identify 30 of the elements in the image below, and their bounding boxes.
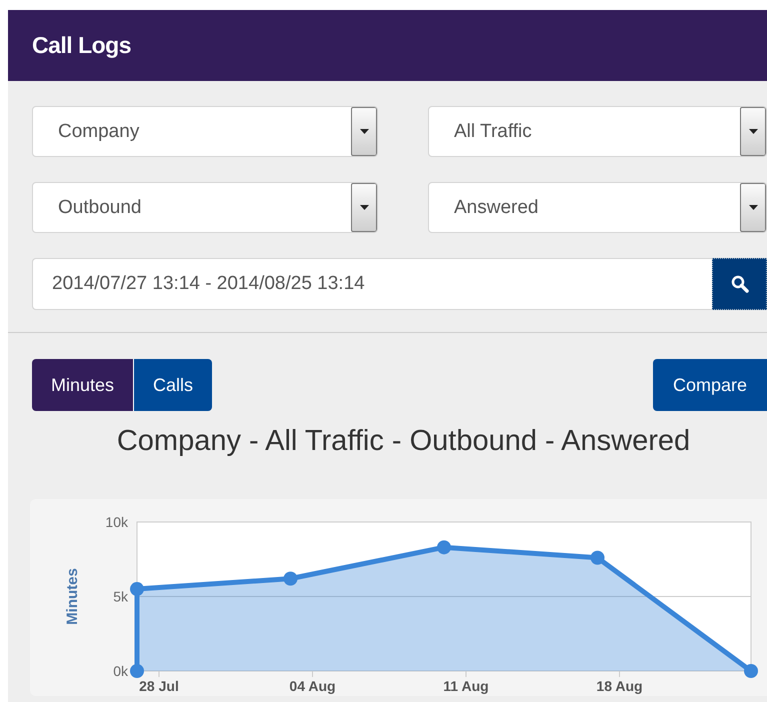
date-range-field[interactable]: 2014/07/27 13:14 - 2014/08/25 13:14 bbox=[32, 258, 712, 310]
caret-icon bbox=[360, 129, 368, 134]
toggle-button[interactable]: Calls bbox=[134, 359, 212, 411]
caret-icon bbox=[748, 205, 758, 210]
y-tick-label: 10k bbox=[105, 514, 128, 530]
dropdown[interactable]: Answered bbox=[428, 182, 767, 233]
dropdown[interactable]: Company bbox=[32, 106, 378, 157]
data-point bbox=[744, 664, 758, 678]
x-tick-label: 18 Aug bbox=[596, 678, 643, 694]
y-tick-label: 0k bbox=[113, 663, 128, 679]
search-icon bbox=[730, 275, 748, 293]
x-tick-label: 28 Jul bbox=[139, 678, 179, 694]
y-tick-label: 5k bbox=[113, 588, 128, 604]
x-tick-label: 11 Aug bbox=[443, 678, 489, 694]
caret-icon bbox=[360, 205, 368, 210]
data-point bbox=[130, 582, 144, 596]
caret-icon bbox=[748, 129, 758, 134]
toggle-button[interactable]: Minutes bbox=[32, 359, 134, 411]
area-baseline-marker bbox=[130, 664, 144, 678]
chart-title: Company - All Traffic - Outbound - Answered bbox=[116, 425, 692, 458]
dropdown[interactable]: All Traffic bbox=[428, 106, 767, 157]
data-point bbox=[284, 572, 298, 586]
page-title: Call Logs bbox=[32, 32, 132, 59]
compare-button[interactable]: Compare bbox=[652, 359, 767, 411]
search-button[interactable] bbox=[712, 258, 767, 310]
dropdown[interactable]: Outbound bbox=[32, 182, 378, 233]
data-point bbox=[590, 550, 604, 565]
axis-title: Minutes bbox=[64, 568, 81, 625]
x-tick-label: 04 Aug bbox=[289, 678, 336, 694]
data-point bbox=[437, 540, 451, 554]
